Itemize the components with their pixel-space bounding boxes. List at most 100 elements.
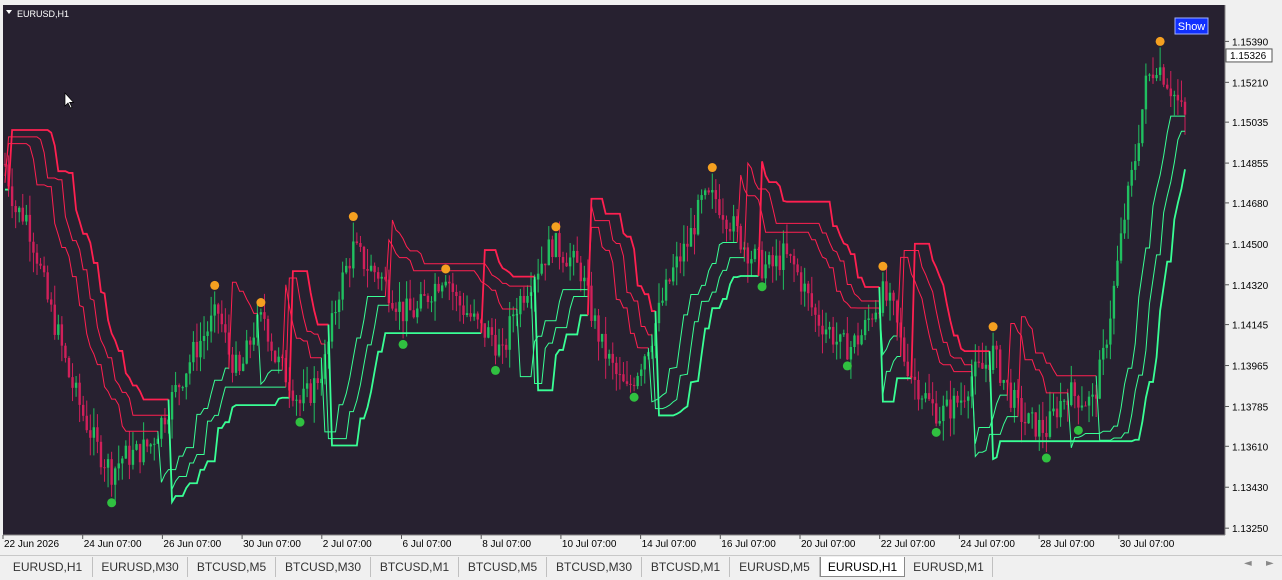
candle-body — [1080, 405, 1084, 408]
candle-body — [522, 295, 526, 303]
chart-tab[interactable]: BTCUSD,M1 — [371, 557, 459, 577]
candle-body — [376, 272, 380, 279]
chart-tab[interactable]: EURUSD,H1 — [820, 557, 905, 577]
candle-body — [476, 313, 479, 320]
candle-body — [209, 315, 213, 332]
candle-body — [85, 415, 88, 431]
candle-body — [14, 206, 17, 213]
candle-body — [860, 335, 863, 345]
candle-body — [412, 310, 415, 318]
candle-body — [110, 459, 113, 485]
candle-body — [469, 313, 472, 317]
chart-tab[interactable]: EURUSD,M30 — [93, 557, 188, 577]
candle-body — [629, 383, 632, 385]
candle-body — [888, 292, 892, 301]
y-tick-label: 1.15390 — [1232, 37, 1269, 48]
buy-signal-marker — [842, 361, 852, 371]
chart-window[interactable]: 1.15390 1.15210 1.15035 1.14855 1.14680 1.145… — [0, 0, 1282, 555]
candle-body — [1059, 400, 1062, 418]
candle-body — [497, 344, 501, 356]
candle-body — [789, 254, 792, 256]
y-tick-label: 1.14855 — [1232, 159, 1269, 170]
candle-body — [1130, 169, 1133, 186]
candle-body — [341, 272, 344, 300]
candle-body — [671, 267, 675, 282]
candle-body — [853, 335, 856, 348]
candle-body — [302, 388, 305, 404]
y-tick-label: 1.14145 — [1232, 321, 1269, 332]
candle-body — [1030, 412, 1034, 414]
candle-body — [1023, 421, 1027, 424]
chart-tab[interactable]: BTCUSD,M5 — [459, 557, 547, 577]
candle-body — [632, 384, 636, 387]
candle-body — [1055, 408, 1059, 418]
chart-tab[interactable]: BTCUSD,M30 — [276, 557, 371, 577]
candle-body — [42, 265, 46, 273]
chart-tab[interactable]: BTCUSD,M5 — [188, 557, 276, 577]
candle-body — [46, 272, 49, 300]
candle-body — [686, 243, 689, 247]
candle-body — [1158, 67, 1162, 75]
candle-body — [426, 295, 430, 302]
candle-body — [92, 427, 96, 438]
candle-body — [1166, 84, 1169, 89]
y-tick-label: 1.13965 — [1232, 362, 1269, 373]
candle-body — [984, 364, 988, 369]
candle-body — [117, 463, 120, 469]
x-tick-label: 24 Jul 07:00 — [960, 539, 1015, 550]
x-tick-label: 10 Jul 07:00 — [562, 539, 617, 550]
candle-body — [799, 272, 803, 292]
candle-body — [305, 383, 309, 389]
y-tick-label: 1.13610 — [1232, 442, 1269, 453]
candle-body — [96, 427, 99, 442]
candle-body — [863, 319, 867, 336]
candle-body — [817, 314, 821, 326]
candle-body — [465, 313, 469, 315]
candle-body — [423, 294, 426, 296]
candle-body — [355, 241, 359, 244]
chart-tab[interactable]: EURUSD,H1 — [3, 557, 93, 577]
candle-body — [1091, 394, 1094, 397]
candle-body — [1073, 382, 1077, 397]
y-tick-label: 1.13785 — [1232, 402, 1269, 413]
candle-body — [739, 226, 742, 250]
x-tick-label: 22 Jul 07:00 — [881, 539, 936, 550]
x-tick-label: 14 Jul 07:00 — [642, 539, 697, 550]
show-button[interactable]: Show — [1174, 17, 1209, 35]
candle-body — [526, 295, 529, 303]
candle-body — [298, 399, 302, 404]
chart-tab[interactable]: EURUSD,M1 — [905, 557, 993, 577]
chart-tab-bar: EURUSD,H1 EURUSD,M30 BTCUSD,M5 BTCUSD,M30 BT… — [0, 555, 1282, 580]
candle-body — [337, 299, 341, 313]
candle-body — [821, 325, 824, 335]
chart-tab[interactable]: EURUSD,M5 — [730, 557, 820, 577]
scroll-right-arrow-icon[interactable]: ► — [1266, 558, 1274, 569]
candle-body — [313, 378, 316, 403]
chart-tab[interactable]: BTCUSD,M1 — [642, 557, 730, 577]
candle-body — [746, 247, 750, 264]
candle-body — [561, 256, 565, 263]
candle-body — [448, 281, 451, 284]
candle-body — [1116, 260, 1119, 286]
candle-body — [558, 233, 561, 257]
candle-body — [778, 255, 782, 270]
chart-tab[interactable]: BTCUSD,M30 — [547, 557, 642, 577]
buy-signal-marker — [757, 282, 767, 292]
candle-body — [906, 361, 909, 377]
scroll-left-arrow-icon[interactable]: ◄ — [1244, 558, 1252, 569]
plot-area[interactable] — [3, 5, 1225, 535]
sell-signal-marker — [441, 264, 451, 274]
candle-body — [1045, 432, 1048, 437]
candle-body — [494, 334, 497, 356]
candle-body — [835, 341, 838, 345]
candle-body — [1180, 100, 1183, 102]
candle-body — [554, 233, 558, 257]
candle-body — [277, 356, 280, 363]
chart-canvas[interactable]: 1.15390 1.15210 1.15035 1.14855 1.14680 1.145… — [0, 0, 1282, 555]
candle-body — [145, 439, 149, 447]
candle-body — [764, 264, 767, 279]
candle-body — [931, 399, 934, 404]
candle-body — [1041, 419, 1045, 433]
candle-body — [1162, 67, 1165, 85]
candle-body — [394, 308, 398, 312]
